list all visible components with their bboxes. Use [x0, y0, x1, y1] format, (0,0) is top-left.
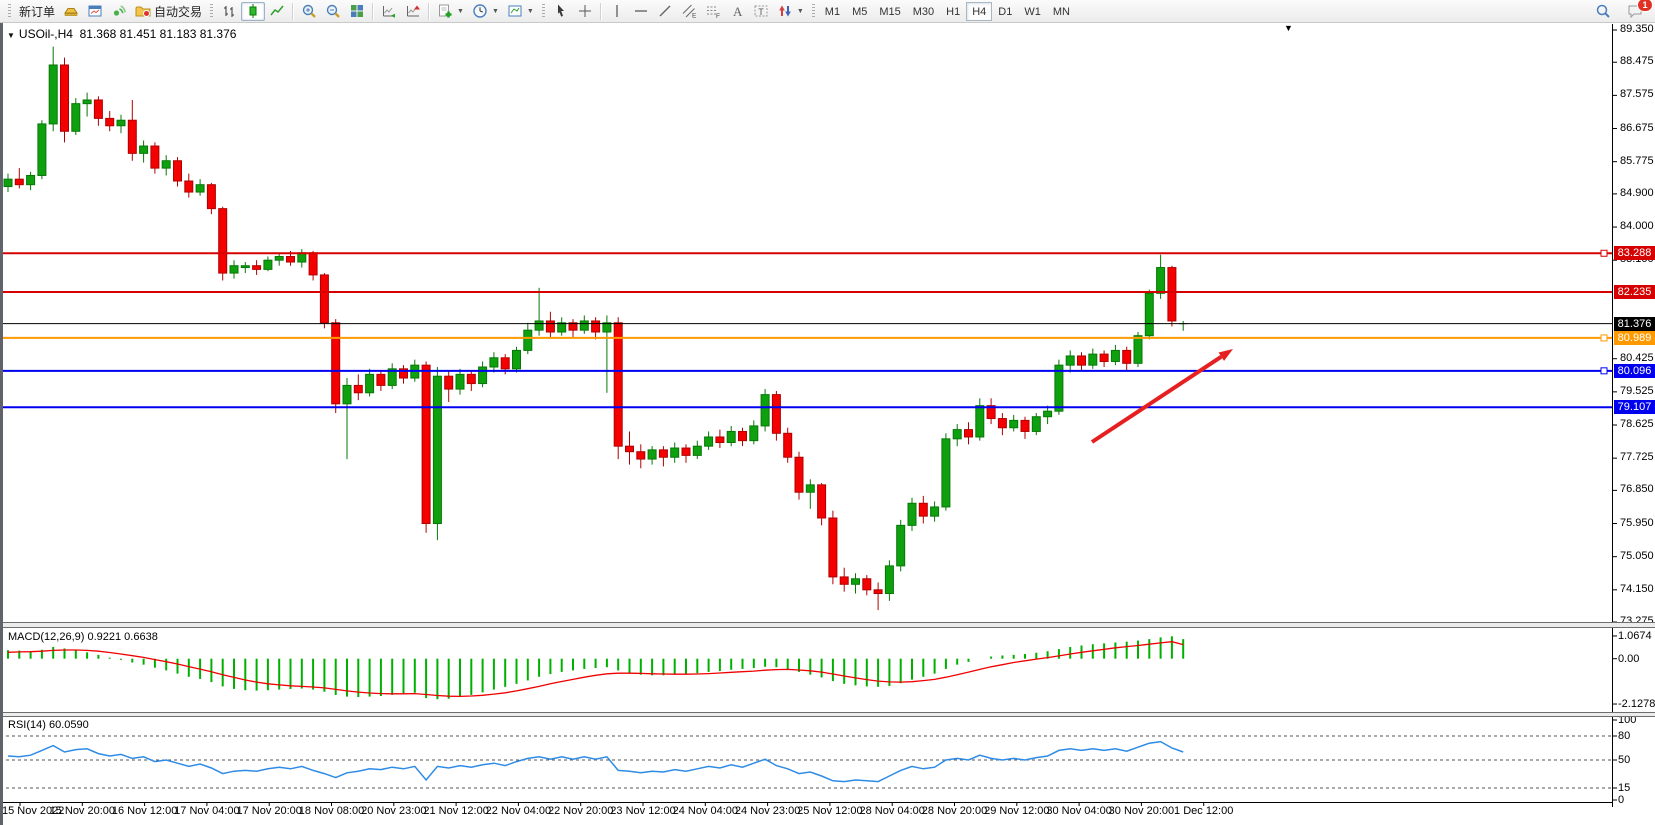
market-watch-button[interactable]: [83, 2, 107, 21]
trend-line-icon: [657, 3, 673, 19]
toolbar-separator: [372, 3, 374, 20]
text-button[interactable]: A: [725, 2, 749, 21]
auto-trading-button-label: 自动交易: [154, 3, 202, 20]
zoom-in-icon: [301, 3, 317, 19]
new-order-button[interactable]: 新订单: [15, 2, 59, 21]
line-anchor-marker[interactable]: [1601, 250, 1607, 256]
new-chart-icon: [437, 3, 453, 19]
crosshair-button[interactable]: [573, 2, 597, 21]
zoom-out-button[interactable]: [321, 2, 345, 21]
zoom-in-button[interactable]: [297, 2, 321, 21]
autotrade-folder-icon: [135, 3, 151, 19]
chart-shift-button[interactable]: [401, 2, 425, 21]
timeframe-button-m1[interactable]: M1: [819, 2, 846, 21]
horizontal-line-button[interactable]: [629, 2, 653, 21]
pane-splitter-rsi[interactable]: [0, 712, 1655, 717]
chart-shift-icon: [405, 3, 421, 19]
new-order-button-label: 新订单: [19, 3, 55, 20]
line-chart-icon: [269, 3, 285, 19]
timeframe-button-w1[interactable]: W1: [1018, 2, 1047, 21]
templates-button[interactable]: ▼: [503, 2, 538, 21]
signal-button[interactable]: [107, 2, 131, 21]
svg-text:F: F: [716, 13, 720, 19]
bar-chart-button[interactable]: [217, 2, 241, 21]
candlestick-series: [4, 47, 1187, 610]
rsi-line: [8, 742, 1183, 782]
time-axis[interactable]: [0, 802, 1612, 822]
chevron-down-icon: ▼: [527, 8, 534, 15]
text-label-icon: T: [753, 3, 769, 19]
timeframe-button-h1[interactable]: H1: [940, 2, 966, 21]
candlestick-button[interactable]: [241, 2, 265, 21]
chevron-down-icon: ▼: [797, 8, 804, 15]
gold-ingot-icon: [63, 3, 79, 19]
line-chart-button[interactable]: [265, 2, 289, 21]
price-axis[interactable]: [1612, 23, 1655, 803]
svg-text:E: E: [692, 13, 697, 20]
text-label-button[interactable]: T: [749, 2, 773, 21]
tile-windows-button[interactable]: [345, 2, 369, 21]
equidistant-channel-icon: E: [681, 3, 697, 19]
timeframe-button-m15[interactable]: M15: [873, 2, 906, 21]
chevron-down-icon: ▼: [492, 8, 499, 15]
toolbar-separator: [428, 3, 430, 20]
gold-ingot-button[interactable]: [59, 2, 83, 21]
toolbar-grip: [812, 4, 815, 19]
toolbar-separator: [600, 3, 602, 20]
zoom-out-icon: [325, 3, 341, 19]
market-window-icon: [87, 3, 103, 19]
cursor-icon: [553, 3, 569, 19]
fibonacci-button[interactable]: F: [701, 2, 725, 21]
timeframe-button-m5[interactable]: M5: [846, 2, 873, 21]
auto-scroll-button[interactable]: [377, 2, 401, 21]
trend-line-button[interactable]: [653, 2, 677, 21]
periods-clock-icon: [472, 3, 488, 19]
vertical-line-icon: [609, 3, 625, 19]
fibonacci-icon: F: [705, 3, 721, 19]
notification-count-badge: 1: [1637, 0, 1653, 12]
periods-button[interactable]: ▼: [468, 2, 503, 21]
candlestick-icon: [245, 3, 261, 19]
toolbar-grip: [210, 4, 213, 19]
auto-trading-button[interactable]: 自动交易: [131, 2, 206, 21]
equidistant-channel-button[interactable]: E: [677, 2, 701, 21]
notifications-button[interactable]: 1: [1623, 2, 1647, 21]
horizontal-line-icon: [633, 3, 649, 19]
bar-chart-icon: [221, 3, 237, 19]
toolbar-separator: [292, 3, 294, 20]
toolbar-grip: [542, 4, 545, 19]
arrows-tool-icon: [777, 3, 793, 19]
timeframe-button-m30[interactable]: M30: [907, 2, 940, 21]
search-icon: [1595, 3, 1611, 19]
toolbar-grip: [8, 4, 11, 19]
trend-arrow[interactable]: [1092, 357, 1221, 442]
auto-scroll-icon: [381, 3, 397, 19]
new-chart-button[interactable]: ▼: [433, 2, 468, 21]
timeframe-button-h4[interactable]: H4: [966, 2, 992, 21]
macd-signal-line: [8, 642, 1183, 697]
main-toolbar: 新订单 自动交易 ▼ ▼ ▼ E F A T ▼ M1M5M15M30H1H4D1W1MN 1: [0, 0, 1655, 23]
timeframe-button-d1[interactable]: D1: [992, 2, 1018, 21]
tile-windows-icon: [349, 3, 365, 19]
line-anchor-marker[interactable]: [1601, 335, 1607, 341]
line-anchor-marker[interactable]: [1601, 368, 1607, 374]
text-icon: A: [729, 3, 745, 19]
svg-text:A: A: [733, 4, 743, 19]
pane-splitter-macd[interactable]: [0, 622, 1655, 628]
timeframe-button-mn[interactable]: MN: [1047, 2, 1076, 21]
svg-text:T: T: [758, 7, 764, 17]
vertical-line-button[interactable]: [605, 2, 629, 21]
window-frame: [0, 23, 3, 825]
chart-canvas[interactable]: [0, 0, 1655, 825]
arrows-button[interactable]: ▼: [773, 2, 808, 21]
toolbar-right-group: 1: [1591, 2, 1651, 21]
templates-icon: [507, 3, 523, 19]
crosshair-icon: [577, 3, 593, 19]
search-button[interactable]: [1591, 2, 1615, 21]
cursor-button[interactable]: [549, 2, 573, 21]
chevron-down-icon: ▼: [457, 8, 464, 15]
signal-icon: [111, 3, 127, 19]
macd-histogram: [8, 636, 1183, 699]
